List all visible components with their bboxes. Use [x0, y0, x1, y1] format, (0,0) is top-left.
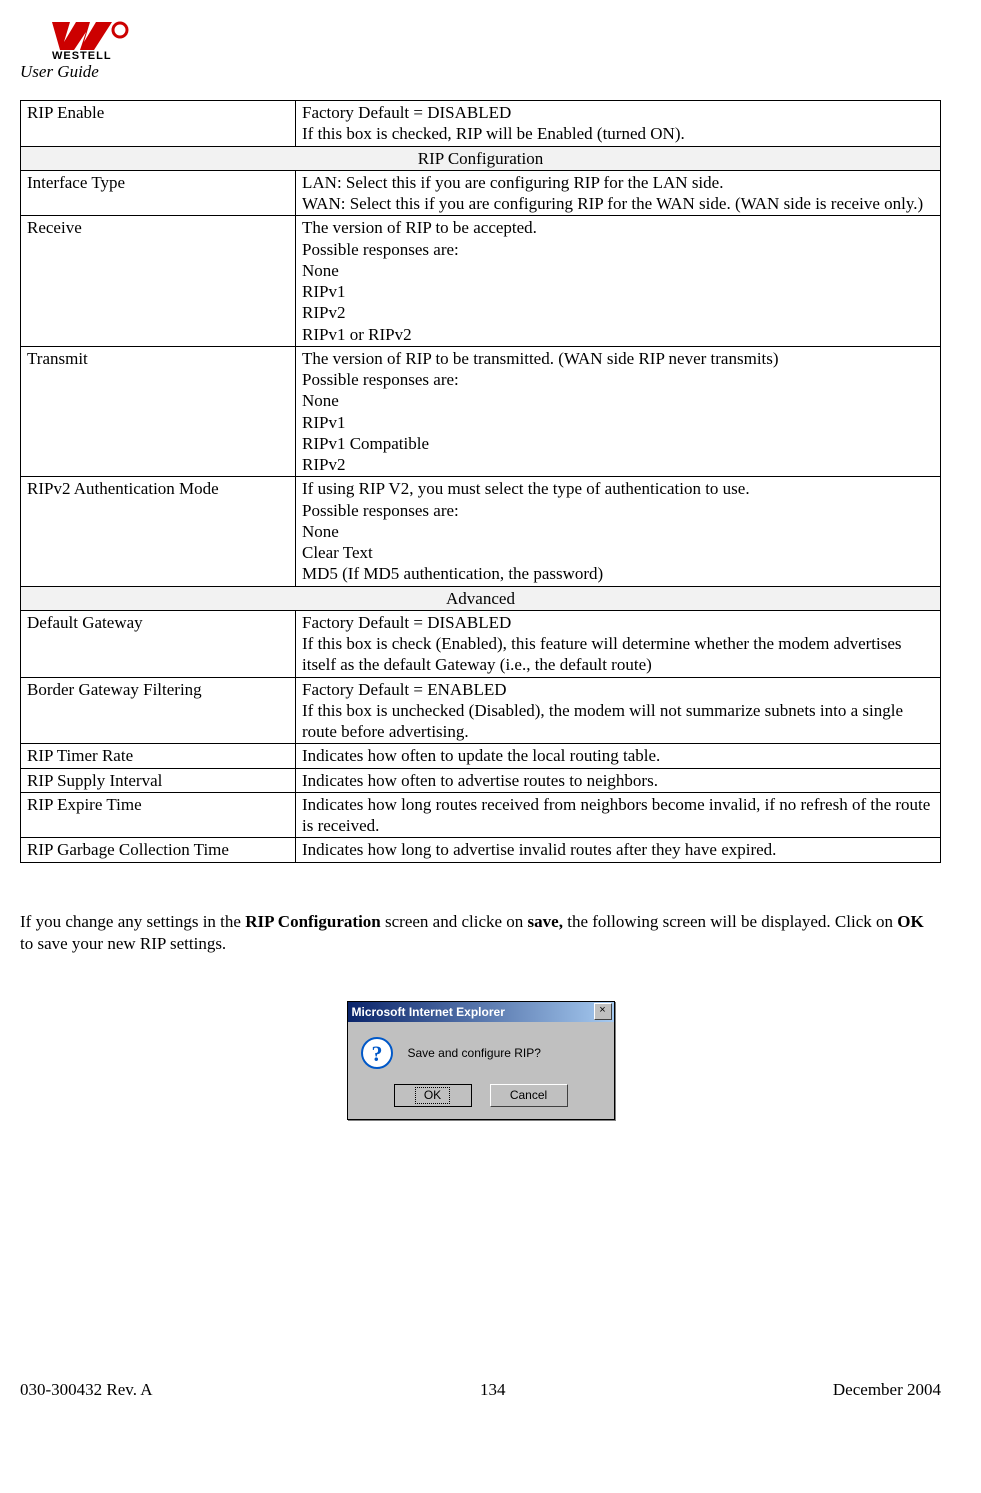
section-title: Advanced: [21, 586, 941, 610]
doc-subtitle: User Guide: [20, 62, 941, 82]
row-desc: The version of RIP to be accepted. Possi…: [296, 216, 941, 347]
section-header-rip-config: RIP Configuration: [21, 146, 941, 170]
footer-right: December 2004: [833, 1380, 941, 1400]
row-label: RIP Garbage Collection Time: [21, 838, 296, 862]
ok-button[interactable]: OK: [394, 1084, 472, 1107]
row-label: Interface Type: [21, 170, 296, 216]
para-bold: RIP Configuration: [245, 912, 381, 931]
row-label: Border Gateway Filtering: [21, 677, 296, 744]
row-desc: Factory Default = DISABLED If this box i…: [296, 101, 941, 147]
row-desc: Factory Default = DISABLED If this box i…: [296, 610, 941, 677]
para-text: screen and clicke on: [381, 912, 528, 931]
footer-left: 030-300432 Rev. A: [20, 1380, 153, 1400]
footer-page-number: 134: [480, 1380, 506, 1400]
table-row: RIP Enable Factory Default = DISABLED If…: [21, 101, 941, 147]
row-label: RIP Enable: [21, 101, 296, 147]
dialog-buttons: OK Cancel: [348, 1080, 614, 1119]
row-desc: Factory Default = ENABLED If this box is…: [296, 677, 941, 744]
para-text: to save your new RIP settings.: [20, 934, 226, 953]
body-paragraph: If you change any settings in the RIP Co…: [20, 911, 941, 955]
para-bold: OK: [897, 912, 923, 931]
table-row: RIP Expire Time Indicates how long route…: [21, 792, 941, 838]
row-desc: The version of RIP to be transmitted. (W…: [296, 346, 941, 477]
svg-text:WESTELL: WESTELL: [52, 50, 112, 60]
svg-text:?: ?: [371, 1041, 382, 1066]
brand-logo: WESTELL: [50, 20, 941, 60]
section-title: RIP Configuration: [21, 146, 941, 170]
row-label: RIPv2 Authentication Mode: [21, 477, 296, 586]
table-row: RIPv2 Authentication Mode If using RIP V…: [21, 477, 941, 586]
table-row: Receive The version of RIP to be accepte…: [21, 216, 941, 347]
page-header: WESTELL User Guide: [20, 20, 941, 82]
dialog-title: Microsoft Internet Explorer: [350, 1005, 594, 1019]
close-button[interactable]: ×: [594, 1003, 612, 1020]
para-text: the following screen will be displayed. …: [563, 912, 897, 931]
para-bold: save,: [528, 912, 563, 931]
para-text: If you change any settings in the: [20, 912, 245, 931]
row-desc: Indicates how long to advertise invalid …: [296, 838, 941, 862]
button-label: Cancel: [510, 1088, 547, 1102]
row-label: Default Gateway: [21, 610, 296, 677]
table-row: Default Gateway Factory Default = DISABL…: [21, 610, 941, 677]
table-row: RIP Timer Rate Indicates how often to up…: [21, 744, 941, 768]
table-row: Transmit The version of RIP to be transm…: [21, 346, 941, 477]
table-row: RIP Supply Interval Indicates how often …: [21, 768, 941, 792]
close-icon: ×: [599, 1004, 605, 1016]
row-label: RIP Timer Rate: [21, 744, 296, 768]
row-desc: LAN: Select this if you are configuring …: [296, 170, 941, 216]
row-label: Transmit: [21, 346, 296, 477]
table-row: Interface Type LAN: Select this if you a…: [21, 170, 941, 216]
rip-settings-table: RIP Enable Factory Default = DISABLED If…: [20, 100, 941, 863]
dialog-body: ? Save and configure RIP?: [348, 1022, 614, 1080]
row-label: RIP Expire Time: [21, 792, 296, 838]
section-header-advanced: Advanced: [21, 586, 941, 610]
cancel-button[interactable]: Cancel: [490, 1084, 568, 1107]
confirm-dialog: Microsoft Internet Explorer × ? Save and…: [347, 1001, 615, 1120]
table-row: Border Gateway Filtering Factory Default…: [21, 677, 941, 744]
row-desc: Indicates how long routes received from …: [296, 792, 941, 838]
question-icon: ?: [360, 1036, 394, 1070]
row-desc: If using RIP V2, you must select the typ…: [296, 477, 941, 586]
page-footer: 030-300432 Rev. A 134 December 2004: [20, 1380, 941, 1400]
row-label: RIP Supply Interval: [21, 768, 296, 792]
table-row: RIP Garbage Collection Time Indicates ho…: [21, 838, 941, 862]
dialog-message: Save and configure RIP?: [408, 1046, 541, 1060]
row-desc: Indicates how often to update the local …: [296, 744, 941, 768]
row-label: Receive: [21, 216, 296, 347]
dialog-titlebar: Microsoft Internet Explorer ×: [348, 1002, 614, 1022]
button-label: OK: [415, 1087, 450, 1104]
row-desc: Indicates how often to advertise routes …: [296, 768, 941, 792]
